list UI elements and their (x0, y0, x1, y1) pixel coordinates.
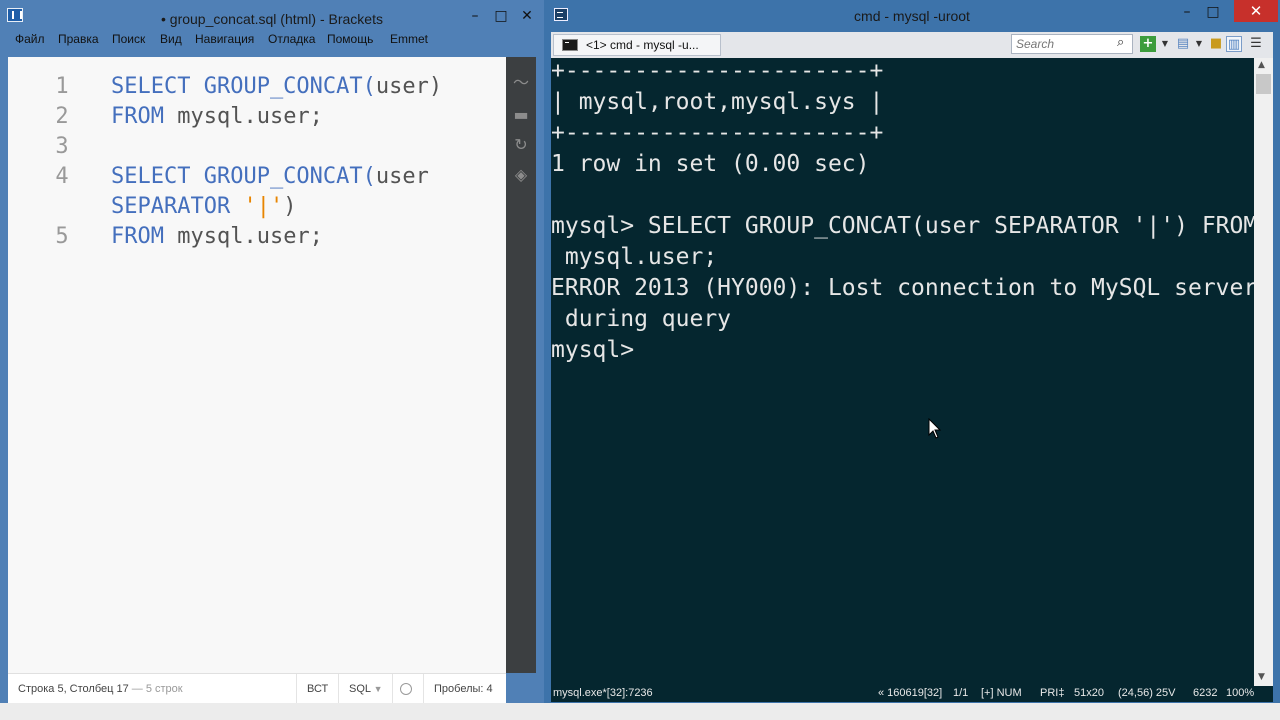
code-token: SEPARATOR (111, 194, 244, 219)
minimize-button[interactable]: – (1174, 2, 1200, 22)
maximize-button[interactable]: □ (1200, 2, 1226, 22)
close-button[interactable]: ✕ (514, 6, 540, 26)
console-toolbar: <1> cmd - mysql -u... Search ⌕ + ▼ ▤ ▼ ■… (551, 32, 1273, 58)
line-number: 2 (55, 104, 69, 129)
chevron-down-icon: ▼ (373, 684, 383, 694)
code-text: SEPARATOR '|') (111, 192, 296, 222)
cursor-coords: (24,56) 25V (1118, 687, 1176, 699)
taskbar-strip (544, 703, 1280, 720)
insert-mode-toggle[interactable]: ВСТ (307, 683, 328, 695)
code-text: FROM mysql.user; (111, 102, 323, 132)
code-token: user) (375, 74, 443, 99)
line-number: 1 (55, 74, 69, 99)
menu-icon[interactable]: ☰ (1248, 36, 1264, 52)
refresh-icon[interactable]: ↻ (511, 135, 531, 155)
menu-help[interactable]: Помощь (327, 32, 373, 46)
brackets-titlebar: • group_concat.sql (html) - Brackets – □… (0, 0, 544, 30)
close-button[interactable]: ✕ (1234, 0, 1278, 22)
mouse-pointer-icon (928, 418, 942, 439)
code-token: SELECT GROUP_CONCAT( (111, 164, 376, 189)
console-line: 1 row in set (0.00 sec) (551, 151, 870, 177)
cmd-titlebar: cmd - mysql -uroot – □ ✕ (544, 0, 1280, 30)
code-token: user (375, 164, 429, 189)
search-input[interactable]: Search (1011, 34, 1133, 54)
console-tab-label: <1> cmd - mysql -u... (586, 38, 699, 52)
console-line: | mysql,root,mysql.sys | (551, 89, 884, 115)
code-token: mysql.user; (177, 104, 323, 129)
scrollbar-thumb[interactable] (1256, 74, 1271, 94)
indent-setting[interactable]: Пробелы: 4 (434, 683, 493, 695)
menu-edit[interactable]: Правка (58, 32, 99, 46)
chevron-down-icon[interactable]: ▼ (1191, 36, 1207, 52)
brackets-menubar: Файл Правка Поиск Вид Навигация Отладка … (0, 30, 544, 50)
chevron-down-icon[interactable]: ▼ (1157, 36, 1173, 52)
scroll-down-icon[interactable]: ▼ (1258, 672, 1265, 682)
code-token: '|' (243, 194, 284, 219)
console-output[interactable]: +----------------------+ | mysql,root,mys… (551, 58, 1254, 686)
code-token: FROM (111, 224, 178, 249)
code-text: SELECT GROUP_CONCAT(user (111, 162, 429, 192)
lock-icon[interactable]: ■ (1208, 36, 1224, 52)
search-icon[interactable]: ⌕ (1117, 36, 1131, 50)
code-page: 6232 (1193, 687, 1218, 699)
brackets-window: • group_concat.sql (html) - Brackets – □… (0, 0, 544, 720)
editor-statusbar: Строка 5, Столбец 17 — 5 строк ВСТ SQL ▼… (8, 673, 506, 704)
linting-status-icon[interactable] (400, 683, 412, 695)
maximize-button[interactable]: □ (488, 6, 514, 26)
console-statusbar: mysql.exe*[32]:7236 « 160619[32] 1/1 [+]… (551, 686, 1273, 702)
menu-view[interactable]: Вид (160, 32, 182, 46)
code-editor[interactable]: 1 SELECT GROUP_CONCAT(user) 2 FROM mysql.us… (8, 57, 506, 673)
buffer-position: « 160619[32] (878, 687, 943, 699)
line-number: 4 (55, 164, 69, 189)
process-info: mysql.exe*[32]:7236 (553, 687, 653, 699)
code-token: ) (283, 194, 297, 219)
page-indicator: 1/1 (953, 687, 969, 699)
minimize-button[interactable]: – (462, 6, 488, 26)
split-view-icon[interactable]: ▤ (1175, 36, 1191, 52)
new-console-icon[interactable]: + (1140, 36, 1156, 52)
extension-manager-icon[interactable]: ▬ (511, 105, 531, 125)
console-line: mysql> SELECT GROUP_CONCAT(user SEPARATO… (551, 213, 1254, 239)
live-preview-icon[interactable]: 〜 (511, 73, 531, 93)
menu-file[interactable]: Файл (15, 32, 45, 46)
code-text: SELECT GROUP_CONCAT(user) (111, 72, 442, 102)
console-line: ERROR 2013 (HY000): Lost connection to M… (551, 275, 1254, 301)
console-line: +----------------------+ (551, 58, 884, 84)
console-line: +----------------------+ (551, 120, 884, 146)
zoom-level: 100% (1226, 687, 1255, 699)
code-token: mysql.user; (177, 224, 323, 249)
cmd-window-title: cmd - mysql -uroot (854, 8, 970, 24)
line-number: 3 (55, 134, 69, 159)
scroll-up-icon[interactable]: ▲ (1258, 60, 1265, 70)
code-token: FROM (111, 104, 178, 129)
menu-find[interactable]: Поиск (112, 32, 145, 46)
menu-debug[interactable]: Отладка (268, 32, 315, 46)
cmd-window: cmd - mysql -uroot – □ ✕ <1> cmd - mysql… (544, 0, 1280, 720)
code-text: FROM mysql.user; (111, 222, 323, 252)
taskbar-strip (0, 703, 544, 720)
console-line: mysql.user; (551, 244, 718, 270)
panel-icon[interactable]: ▥ (1226, 36, 1242, 52)
console-tab[interactable]: <1> cmd - mysql -u... (553, 34, 721, 56)
code-token: SELECT GROUP_CONCAT( (111, 74, 376, 99)
console-size: 51x20 (1074, 687, 1104, 699)
terminal-icon (562, 39, 578, 51)
cursor-position: Строка 5, Столбец 17 — 5 строк (18, 683, 183, 695)
menu-navigate[interactable]: Навигация (195, 32, 254, 46)
line-count: — 5 строк (131, 683, 183, 695)
key-mode: [+] NUM (981, 687, 1022, 699)
line-number: 5 (55, 224, 69, 249)
priority: PRI‡ (1040, 687, 1065, 699)
console-line: mysql> (551, 337, 648, 363)
console-scrollbar[interactable]: ▲ ▼ (1254, 58, 1273, 686)
extension-toolbar: 〜 ▬ ↻ ◈ (506, 57, 536, 673)
language-select[interactable]: SQL ▼ (349, 683, 383, 695)
layers-icon[interactable]: ◈ (511, 165, 531, 185)
menu-emmet[interactable]: Emmet (390, 32, 428, 46)
console-line: during query (551, 306, 732, 332)
